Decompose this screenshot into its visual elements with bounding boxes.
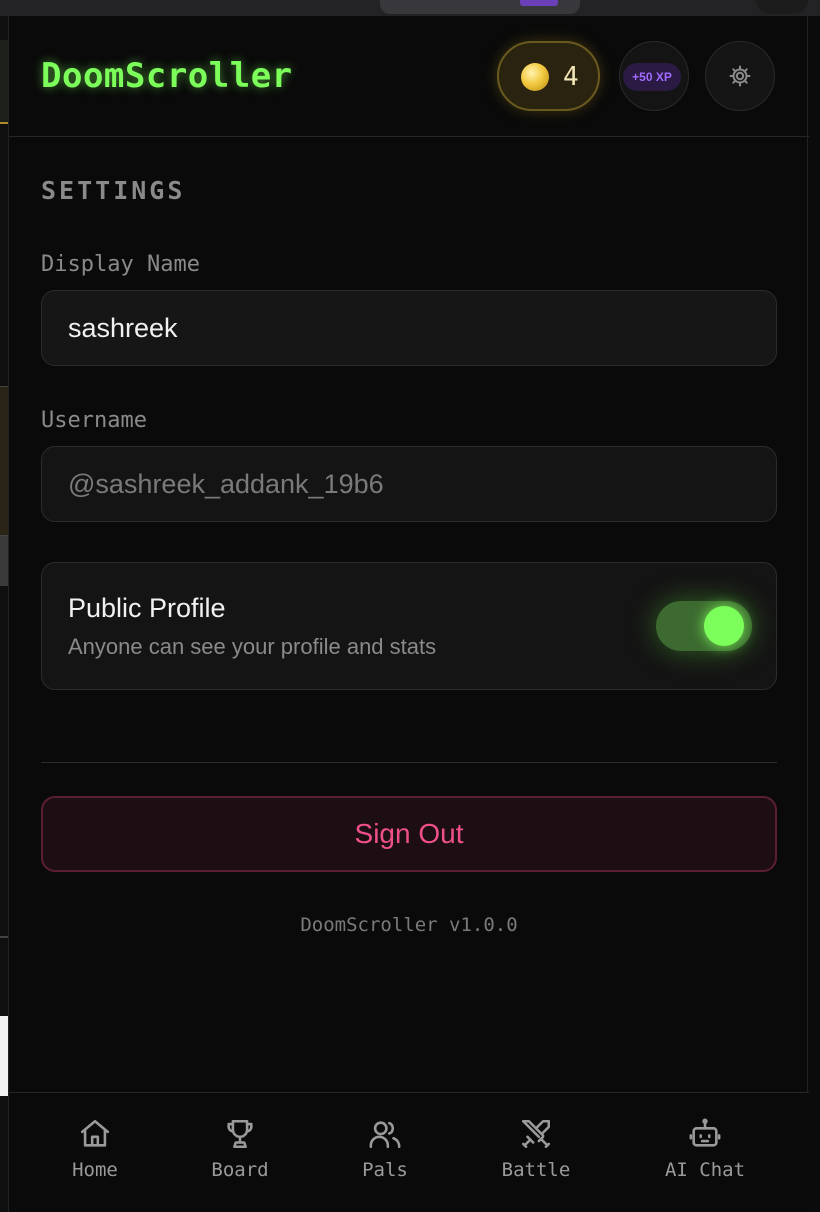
- swords-icon: [521, 1119, 551, 1149]
- public-profile-card: Public Profile Anyone can see your profi…: [41, 562, 777, 690]
- background-page-edge: [0, 16, 8, 1212]
- divider: [41, 762, 777, 763]
- nav-pals-label: Pals: [362, 1159, 408, 1181]
- browser-extension-chip: [520, 0, 558, 6]
- section-title: SETTINGS: [41, 176, 186, 205]
- trophy-icon: [227, 1119, 253, 1149]
- toggle-knob: [704, 606, 744, 646]
- coin-icon: [521, 63, 549, 91]
- nav-battle-label: Battle: [501, 1159, 571, 1181]
- bottom-nav: Home Board Pals Battle AI Chat: [9, 1092, 809, 1212]
- background-page-edge-right: [808, 16, 820, 1212]
- display-name-label: Display Name: [41, 252, 200, 277]
- nav-ai-chat-label: AI Chat: [664, 1159, 746, 1181]
- username-label: Username: [41, 408, 147, 433]
- header: DoomScroller 4 +50 XP: [9, 16, 809, 137]
- xp-button[interactable]: +50 XP: [619, 41, 689, 111]
- public-profile-toggle[interactable]: [656, 601, 752, 651]
- app-title: DoomScroller: [41, 56, 293, 96]
- username-field: @sashreek_addank_19b6: [41, 446, 777, 522]
- nav-ai-chat[interactable]: AI Chat: [635, 1117, 775, 1197]
- home-icon: [80, 1119, 110, 1147]
- nav-home[interactable]: Home: [25, 1117, 165, 1197]
- bot-icon: [689, 1118, 721, 1147]
- nav-home-label: Home: [72, 1159, 118, 1181]
- coin-balance[interactable]: 4: [497, 41, 600, 111]
- extension-popup: DoomScroller 4 +50 XP SETTINGS Display N…: [8, 16, 809, 1212]
- nav-board[interactable]: Board: [170, 1117, 310, 1197]
- xp-badge: +50 XP: [623, 63, 681, 91]
- public-profile-title: Public Profile: [68, 593, 226, 623]
- users-icon: [369, 1121, 401, 1149]
- gear-icon: [729, 65, 751, 87]
- nav-pals[interactable]: Pals: [315, 1117, 455, 1197]
- nav-board-label: Board: [211, 1159, 269, 1181]
- version-label: DoomScroller v1.0.0: [300, 914, 518, 936]
- display-name-input[interactable]: sashreek: [41, 290, 777, 366]
- public-profile-description: Anyone can see your profile and stats: [68, 634, 437, 659]
- browser-top-strip: [0, 0, 820, 16]
- settings-button[interactable]: [705, 41, 775, 111]
- nav-battle[interactable]: Battle: [466, 1117, 606, 1197]
- coin-count: 4: [563, 62, 579, 92]
- sign-out-button[interactable]: Sign Out: [41, 796, 777, 872]
- browser-indicator: [756, 0, 808, 14]
